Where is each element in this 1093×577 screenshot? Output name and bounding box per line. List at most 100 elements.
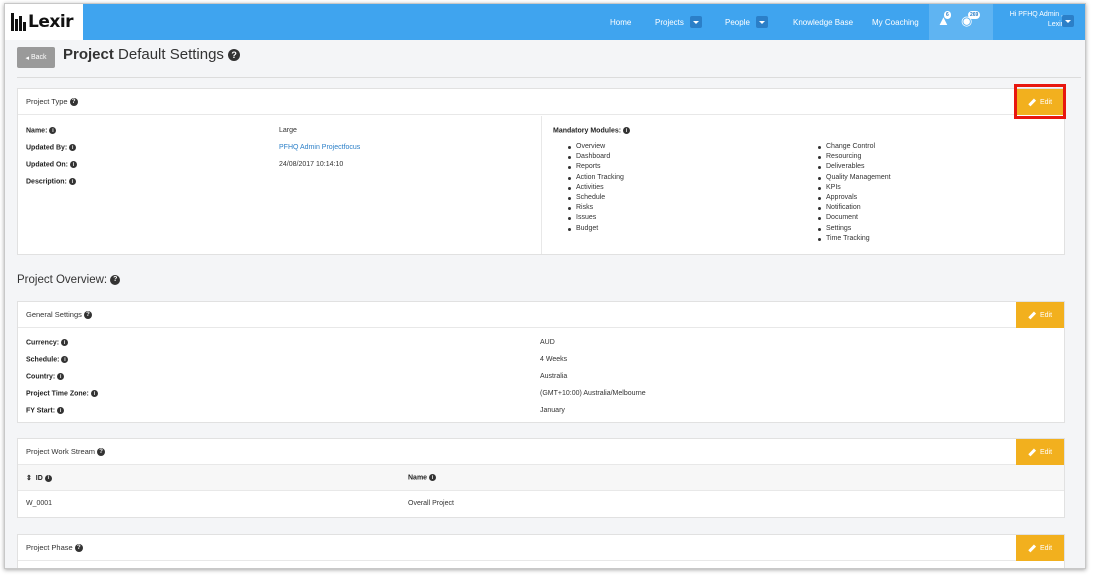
sort-id-column[interactable]: ⇕ ID i	[26, 474, 52, 482]
list-item: Risks	[566, 203, 624, 213]
name-value: Large	[279, 127, 297, 134]
work-stream-header: Project Work Stream ? Edit	[18, 439, 1064, 465]
list-item: Activities	[566, 183, 624, 193]
project-phase-panel: Project Phase ? Edit	[17, 534, 1065, 568]
notification-area: ▲ 6 ◉ 269	[929, 4, 993, 40]
info-icon: i	[44, 474, 52, 482]
info-icon: i	[61, 339, 69, 346]
help-icon[interactable]: ?	[110, 274, 121, 285]
info-icon: i	[429, 474, 437, 481]
nav-projects[interactable]: Projects	[655, 18, 684, 27]
currency-value: AUD	[540, 339, 555, 346]
list-item: Overview	[566, 142, 624, 152]
help-icon[interactable]: ?	[74, 543, 83, 552]
people-dropdown-icon[interactable]	[755, 16, 768, 28]
updated-by-link[interactable]: PFHQ Admin Projectfocus	[279, 144, 360, 151]
messages-icon[interactable]: ◉ 269	[961, 11, 981, 29]
list-item: Approvals	[816, 193, 891, 203]
back-label: Back	[30, 54, 47, 61]
list-item: Action Tracking	[566, 173, 624, 183]
fy-start-value: January	[540, 407, 565, 414]
info-icon: i	[57, 373, 65, 380]
project-type-heading: Project Type	[26, 97, 68, 106]
project-type-header: Project Type ? Edit	[18, 84, 1066, 119]
info-icon: i	[623, 127, 631, 134]
schedule-label: Schedule: i	[26, 356, 69, 363]
list-item: Time Tracking	[816, 234, 891, 244]
help-icon[interactable]: ?	[97, 447, 106, 456]
row-id: W_0001	[26, 500, 53, 507]
nav-knowledge-base[interactable]: Knowledge Base	[793, 18, 853, 27]
edit-label: Edit	[1039, 311, 1053, 319]
updated-on-label: Updated On: i	[26, 161, 77, 168]
user-dropdown-icon[interactable]	[1062, 15, 1074, 27]
info-icon: i	[70, 161, 77, 168]
time-zone-label: Project Time Zone: i	[26, 390, 98, 397]
general-settings-panel: General Settings ? Edit Currency: i AUD S…	[17, 301, 1065, 423]
user-menu[interactable]: Hi PFHQ Admin , Lexir	[995, 10, 1063, 30]
alerts-bell-icon[interactable]: ▲ 6	[937, 11, 951, 28]
project-type-panel: Project Type ? Edit Name: i Large Updated…	[17, 84, 1066, 255]
updated-on-value: 24/08/2017 10:14:10	[279, 161, 344, 168]
page-title-rest: Default Settings	[118, 46, 224, 63]
help-icon[interactable]: ?	[83, 310, 92, 319]
info-icon: i	[68, 178, 76, 185]
description-label: Description: i	[26, 178, 76, 185]
pencil-icon	[1028, 544, 1036, 552]
pencil-icon	[1028, 311, 1036, 319]
messages-badge: 269	[968, 11, 981, 19]
project-phase-header: Project Phase ? Edit	[18, 535, 1064, 561]
country-value: Australia	[540, 373, 568, 380]
logo-text: Lexir	[28, 12, 74, 32]
project-phase-heading: Project Phase	[26, 543, 73, 552]
list-item: Notification	[816, 203, 891, 213]
project-overview-title: Project Overview: ?	[17, 274, 121, 286]
alerts-badge: 6	[944, 11, 951, 19]
country-label: Country: i	[26, 373, 65, 380]
project-phase-edit-button[interactable]: Edit	[1016, 535, 1064, 561]
edit-label: Edit	[1039, 448, 1053, 456]
edit-label: Edit	[1039, 544, 1053, 552]
page-title-bold: Project	[63, 46, 114, 63]
list-item: Quality Management	[816, 173, 891, 183]
projects-dropdown-icon[interactable]	[689, 16, 702, 28]
name-label: Name: i	[26, 127, 57, 134]
help-icon[interactable]: ?	[228, 49, 241, 62]
work-stream-heading: Project Work Stream	[26, 447, 96, 456]
schedule-value: 4 Weeks	[540, 356, 568, 363]
table-row[interactable]: W_0001 Overall Project	[18, 491, 1064, 517]
list-item: Reports	[566, 162, 624, 172]
nav-home[interactable]: Home	[610, 18, 631, 27]
list-item: Change Control	[816, 142, 891, 152]
list-item: KPIs	[816, 183, 891, 193]
list-item: Schedule	[566, 193, 624, 203]
top-navbar: Lexir Home Projects People Knowledge Bas…	[5, 4, 1085, 40]
pencil-icon	[1028, 448, 1036, 456]
help-icon[interactable]: ?	[69, 97, 78, 106]
list-item: Document	[816, 213, 891, 223]
general-settings-edit-button[interactable]: Edit	[1016, 302, 1064, 328]
nav-my-coaching[interactable]: My Coaching	[872, 18, 919, 27]
list-item: Budget	[566, 224, 624, 234]
list-item: Settings	[816, 224, 891, 234]
back-button[interactable]: ◂ Back	[17, 47, 55, 68]
app-window: Lexir Home Projects People Knowledge Bas…	[4, 3, 1086, 569]
name-column[interactable]: Name i	[408, 474, 437, 481]
mandatory-modules-label: Mandatory Modules: i	[553, 127, 631, 134]
highlight-box	[1014, 84, 1066, 119]
user-org: Lexir	[1047, 21, 1063, 28]
time-zone-value: (GMT+10:00) Australia/Melbourne	[540, 390, 646, 397]
list-item: Dashboard	[566, 152, 624, 162]
currency-label: Currency: i	[26, 339, 69, 346]
general-settings-heading: General Settings	[26, 310, 82, 319]
nav-people[interactable]: People	[725, 18, 750, 27]
logo[interactable]: Lexir	[5, 4, 83, 40]
list-item: Issues	[566, 213, 624, 223]
updated-by-label: Updated By: i	[26, 144, 77, 151]
user-greeting: Hi PFHQ Admin ,	[1009, 11, 1063, 18]
logo-icon	[11, 13, 26, 31]
work-stream-edit-button[interactable]: Edit	[1016, 439, 1064, 465]
info-icon: i	[57, 407, 65, 414]
table-header: ⇕ ID i Name i	[18, 465, 1064, 491]
list-item: Resourcing	[816, 152, 891, 162]
